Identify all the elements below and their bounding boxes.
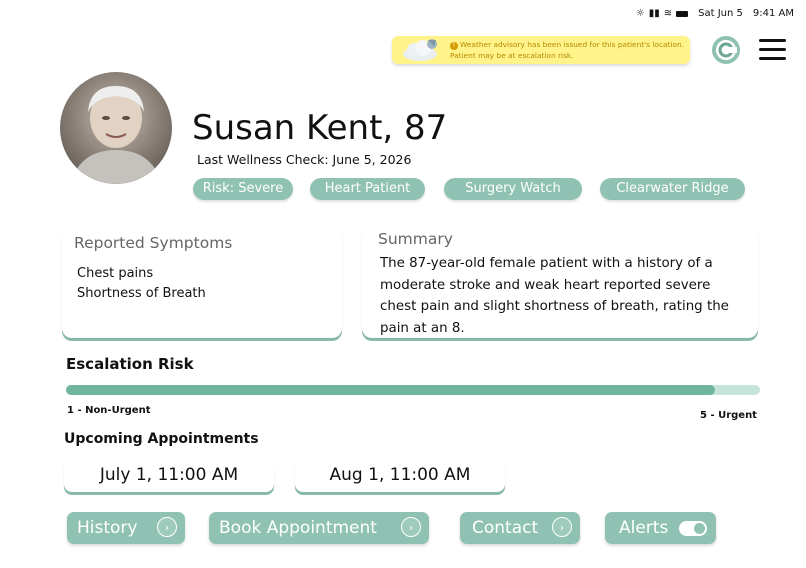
weather-advisory-banner[interactable]: ! Weather advisory has been issued for th… — [392, 36, 690, 64]
book-appointment-button[interactable]: Book Appointment › — [209, 512, 429, 544]
alerts-toggle[interactable] — [679, 521, 707, 536]
tag-location[interactable]: Clearwater Ridge — [600, 178, 745, 200]
book-appointment-label: Book Appointment — [219, 518, 377, 538]
last-wellness-check: Last Wellness Check: June 5, 2026 — [197, 152, 412, 167]
reported-symptoms-card: Reported Symptoms Chest pains Shortness … — [62, 226, 342, 338]
patient-avatar — [60, 72, 172, 184]
alerts-button-label: Alerts — [619, 518, 669, 538]
status-time: 9:41 AM — [752, 8, 794, 19]
patient-name: Susan Kent, 87 — [192, 108, 448, 148]
history-button[interactable]: History › — [67, 512, 185, 544]
summary-text: The 87-year-old female patient with a hi… — [380, 256, 729, 336]
chevron-right-icon: › — [401, 517, 421, 537]
weather-cloud-icon — [392, 36, 450, 64]
app-logo-icon[interactable] — [712, 36, 740, 64]
summary-card: Summary The 87-year-old female patient w… — [362, 226, 758, 338]
escalation-min-label: 1 - Non-Urgent — [67, 405, 151, 416]
appointment-card-1[interactable]: July 1, 11:00 AM — [64, 460, 274, 492]
battery-icon — [676, 10, 689, 17]
signal-icon: ▮▮ — [648, 8, 660, 19]
escalation-max-label: 5 - Urgent — [700, 410, 757, 421]
symptom-item: Shortness of Breath — [77, 286, 206, 301]
tag-risk-severe[interactable]: Risk: Severe — [193, 178, 293, 200]
status-bar: ☼ ▮▮ ≋ Sat Jun 5 9:41 AM — [636, 8, 794, 19]
chevron-right-icon: › — [157, 517, 177, 537]
warning-icon: ! — [450, 42, 458, 50]
history-button-label: History — [77, 518, 138, 538]
alerts-button[interactable]: Alerts — [605, 512, 716, 544]
brightness-icon: ☼ — [635, 8, 645, 19]
tag-heart-patient[interactable]: Heart Patient — [310, 178, 425, 200]
advisory-text: Weather advisory has been issued for thi… — [450, 40, 685, 60]
toggle-knob — [694, 523, 705, 534]
upcoming-appointments-title: Upcoming Appointments — [64, 431, 259, 447]
escalation-risk-title: Escalation Risk — [66, 355, 194, 373]
status-icons: ☼ ▮▮ ≋ — [635, 8, 689, 19]
wifi-icon: ≋ — [663, 8, 673, 19]
contact-button[interactable]: Contact › — [460, 512, 580, 544]
escalation-risk-fill — [66, 385, 715, 395]
chevron-right-icon: › — [552, 517, 572, 537]
symptoms-title: Reported Symptoms — [74, 234, 233, 252]
tag-surgery-watch[interactable]: Surgery Watch — [444, 178, 582, 200]
hamburger-menu-icon[interactable] — [759, 39, 786, 61]
summary-title: Summary — [378, 230, 453, 248]
status-date: Sat Jun 5 — [698, 8, 743, 19]
contact-button-label: Contact — [472, 518, 539, 538]
symptoms-list: Chest pains Shortness of Breath — [77, 264, 206, 304]
symptom-item: Chest pains — [77, 266, 154, 281]
appointment-card-2[interactable]: Aug 1, 11:00 AM — [295, 460, 505, 492]
